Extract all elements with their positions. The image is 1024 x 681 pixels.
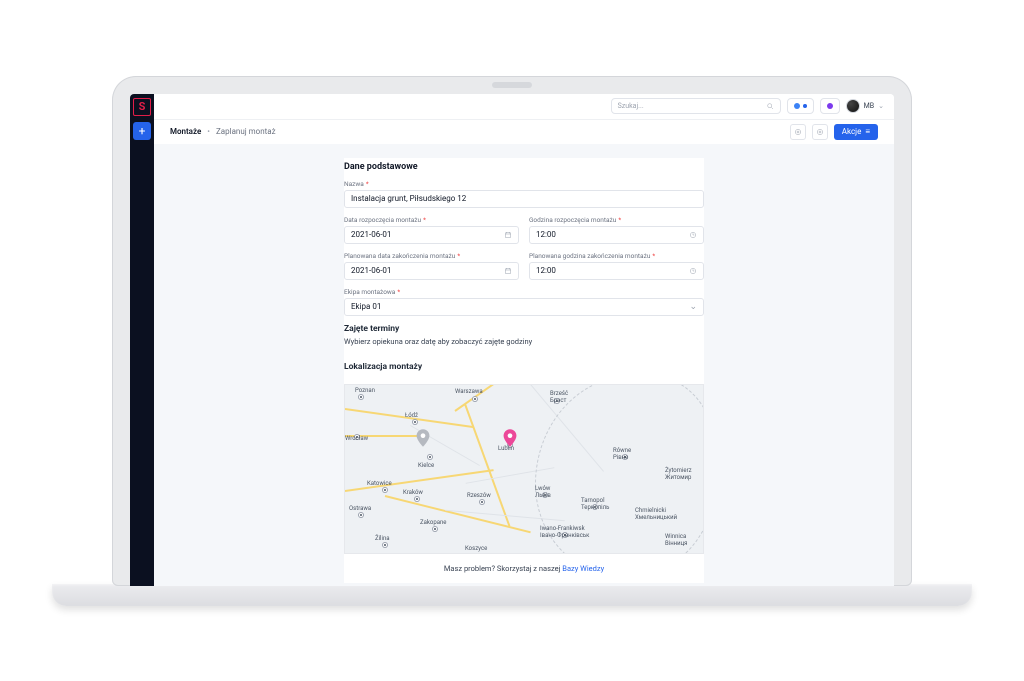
chat-icon bbox=[827, 103, 833, 109]
calendar-icon bbox=[504, 267, 512, 275]
notifications-button[interactable] bbox=[787, 98, 814, 114]
input-start-time[interactable]: 12:00 bbox=[529, 226, 704, 244]
map[interactable]: Poznan Warszawa Brześć Брэст Łódź bbox=[344, 384, 704, 554]
city-label: Lwów Львів bbox=[535, 485, 551, 499]
city-label: Rzeszów bbox=[467, 492, 491, 499]
laptop-base bbox=[52, 584, 972, 606]
city-label: Łódź bbox=[405, 412, 418, 419]
help-prefix: Masz problem? Skorzystaj z naszej bbox=[444, 564, 562, 573]
city-label: Tarnopol Тернопіль bbox=[581, 497, 609, 511]
gear-icon bbox=[794, 128, 802, 136]
settings-button-1[interactable] bbox=[790, 124, 806, 140]
app-screen: S + Szukaj... bbox=[130, 94, 894, 586]
help-link[interactable]: Bazy Wiedzy bbox=[562, 564, 604, 573]
gear-icon bbox=[816, 128, 824, 136]
city-label: Winnica Вінниця bbox=[665, 533, 687, 547]
city-label: Koszyce bbox=[465, 545, 487, 552]
city-label: Brześć bbox=[550, 390, 568, 397]
city-label: Żytomierz Житомир bbox=[665, 467, 692, 481]
laptop-camera bbox=[492, 82, 532, 88]
app-logo: S bbox=[133, 98, 151, 116]
label-team: Ekipa montażowa* bbox=[344, 288, 704, 296]
input-start-date[interactable]: 2021-06-01 bbox=[344, 226, 519, 244]
clock-icon bbox=[689, 267, 697, 275]
help-footer: Masz problem? Skorzystaj z naszej Bazy W… bbox=[344, 564, 704, 583]
map-pin-primary bbox=[503, 429, 517, 447]
user-initials: MB bbox=[864, 102, 874, 110]
search-input[interactable]: Szukaj... bbox=[611, 98, 781, 114]
messages-button[interactable] bbox=[820, 98, 840, 114]
menu-icon: ≡ bbox=[865, 127, 870, 136]
city-label: Chmielnicki Хмельницький bbox=[635, 507, 677, 521]
city-label: Równe Рівне bbox=[613, 447, 631, 461]
city-label: Zakopane bbox=[420, 519, 446, 526]
city-label: Kielce bbox=[418, 462, 434, 469]
user-menu[interactable]: MB ⌄ bbox=[846, 99, 884, 113]
select-team[interactable]: Ekipa 01 ⌄ bbox=[344, 298, 704, 316]
city-label: Iwano-Frankiwsk Івано-Франківськ bbox=[540, 525, 589, 539]
label-start-time: Godzina rozpoczęcia montażu* bbox=[529, 216, 704, 224]
map-section-title: Lokalizacja montaży bbox=[344, 362, 704, 372]
input-end-time[interactable]: 12:00 bbox=[529, 262, 704, 280]
chevron-down-icon: ⌄ bbox=[878, 102, 884, 110]
busy-subtitle: Wybierz opiekuna oraz datę aby zobaczyć … bbox=[344, 337, 704, 346]
value-end-time: 12:00 bbox=[536, 266, 689, 275]
badge-dot bbox=[803, 104, 807, 108]
city-label: Брэст bbox=[550, 397, 566, 404]
city-label: Warszawa bbox=[455, 388, 483, 395]
input-end-date[interactable]: 2021-06-01 bbox=[344, 262, 519, 280]
value-start-time: 12:00 bbox=[536, 230, 689, 239]
chevron-down-icon: ⌄ bbox=[689, 302, 697, 312]
add-button[interactable]: + bbox=[133, 122, 151, 140]
form-card: Dane podstawowe Nazwa* Instalacja grunt,… bbox=[344, 158, 704, 583]
breadcrumb-section: Montaże bbox=[170, 127, 201, 136]
settings-button-2[interactable] bbox=[812, 124, 828, 140]
breadcrumb-page: Zaplanuj montaż bbox=[216, 127, 276, 136]
breadcrumb-bar: Montaże • Zaplanuj montaż bbox=[154, 120, 894, 144]
topbar: Szukaj... bbox=[154, 94, 894, 120]
laptop-frame: S + Szukaj... bbox=[112, 76, 912, 586]
bell-icon bbox=[794, 103, 800, 109]
search-placeholder: Szukaj... bbox=[618, 102, 766, 110]
page-body: Dane podstawowe Nazwa* Instalacja grunt,… bbox=[154, 144, 894, 586]
value-start-date: 2021-06-01 bbox=[351, 230, 504, 239]
sidebar: S + bbox=[130, 94, 154, 586]
label-end-date: Planowana data zakończenia montażu* bbox=[344, 252, 519, 260]
label-end-time: Planowana godzina zakończenia montażu* bbox=[529, 252, 704, 260]
value-end-date: 2021-06-01 bbox=[351, 266, 504, 275]
avatar bbox=[846, 99, 860, 113]
value-name: Instalacja grunt, Piłsudskiego 12 bbox=[351, 194, 697, 203]
actions-label: Akcje bbox=[842, 127, 862, 136]
calendar-icon bbox=[504, 231, 512, 239]
city-label: Kraków bbox=[403, 489, 423, 496]
city-label: Žilina bbox=[375, 535, 390, 542]
actions-button[interactable]: Akcje ≡ bbox=[834, 124, 878, 140]
value-team: Ekipa 01 bbox=[351, 302, 689, 311]
label-start-date: Data rozpoczęcia montażu* bbox=[344, 216, 519, 224]
label-name: Nazwa* bbox=[344, 180, 704, 188]
input-name[interactable]: Instalacja grunt, Piłsudskiego 12 bbox=[344, 190, 704, 208]
search-icon bbox=[766, 102, 774, 110]
clock-icon bbox=[689, 231, 697, 239]
section-title-basic: Dane podstawowe bbox=[344, 158, 704, 180]
map-pin-secondary bbox=[416, 429, 430, 447]
breadcrumb-separator: • bbox=[207, 127, 210, 136]
city-label: Poznan bbox=[355, 387, 375, 394]
city-label: Wrocław bbox=[345, 435, 368, 442]
city-label: Ostrawa bbox=[349, 505, 371, 512]
city-label: Katowice bbox=[367, 480, 392, 487]
busy-title: Zajęte terminy bbox=[344, 324, 704, 334]
